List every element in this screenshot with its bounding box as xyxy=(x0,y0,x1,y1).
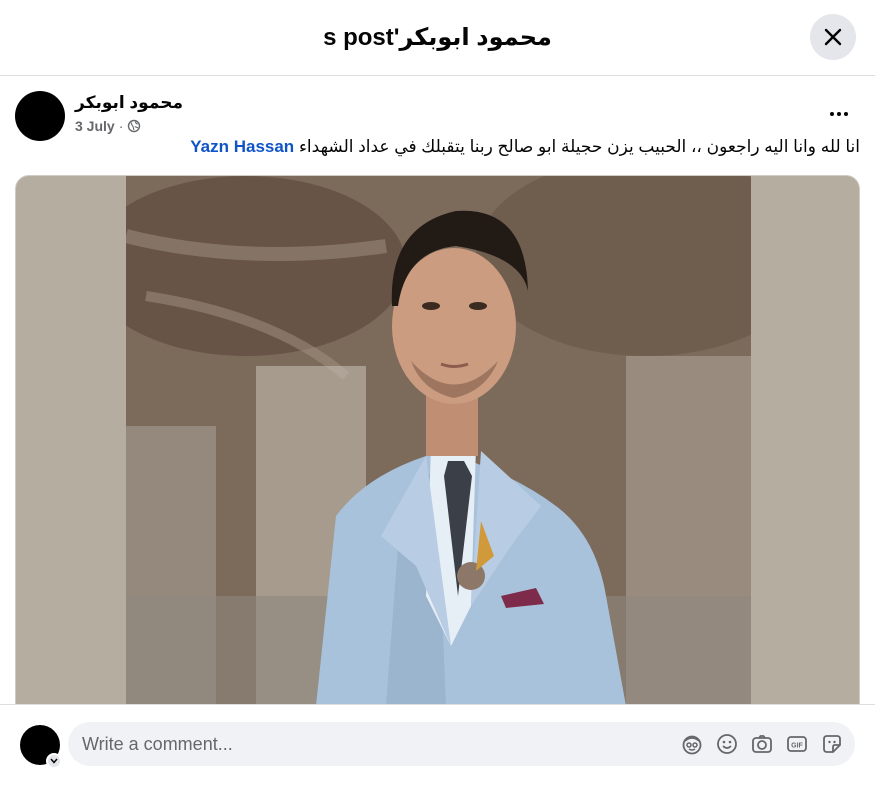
meta-separator: · xyxy=(118,118,124,134)
post-photo-frame[interactable] xyxy=(15,175,860,705)
profile-switch-button[interactable] xyxy=(46,753,62,769)
more-dot-icon xyxy=(830,112,834,116)
comment-bar: GIF xyxy=(0,704,875,788)
post-body-text: انا لله وانا اليه راجعون ،، الحبيب يزن ح… xyxy=(298,137,860,156)
post-photo[interactable] xyxy=(126,176,751,704)
close-button[interactable] xyxy=(810,14,856,60)
more-dot-icon xyxy=(844,112,848,116)
photo-button[interactable] xyxy=(750,732,774,756)
gif-icon: GIF xyxy=(787,736,807,752)
chevron-down-icon xyxy=(50,758,58,764)
author-avatar[interactable] xyxy=(15,91,65,141)
camera-icon xyxy=(752,735,772,753)
avatar-sticker-icon xyxy=(682,735,702,755)
globe-icon[interactable] xyxy=(127,119,141,133)
dialog-title: محمود ابوبكر's post xyxy=(323,24,552,51)
emoji-icon xyxy=(717,734,737,754)
avatar-sticker-button[interactable] xyxy=(680,732,704,756)
post-date[interactable]: 3 July xyxy=(75,118,115,134)
sticker-button[interactable] xyxy=(820,732,844,756)
post-text: انا لله وانا اليه راجعون ،، الحبيب يزن ح… xyxy=(15,137,860,157)
post-meta: 3 July · xyxy=(75,118,141,134)
close-icon xyxy=(824,28,842,46)
more-dot-icon xyxy=(837,112,841,116)
dialog-header: محمود ابوبكر's post xyxy=(0,0,875,76)
svg-text:GIF: GIF xyxy=(791,743,803,750)
gif-button[interactable]: GIF xyxy=(785,732,809,756)
author-name[interactable]: محمود ابوبكر xyxy=(75,93,183,113)
mention-link[interactable]: Yazn Hassan xyxy=(190,137,294,156)
sticker-icon xyxy=(823,735,841,753)
portrait-image xyxy=(126,176,751,704)
post-dialog: محمود ابوبكر's post محمود ابوبكر 3 July … xyxy=(0,0,875,788)
post-header: محمود ابوبكر 3 July · xyxy=(15,90,860,142)
more-options-button[interactable] xyxy=(823,100,855,128)
emoji-button[interactable] xyxy=(715,732,739,756)
comment-tools: GIF xyxy=(680,732,844,756)
